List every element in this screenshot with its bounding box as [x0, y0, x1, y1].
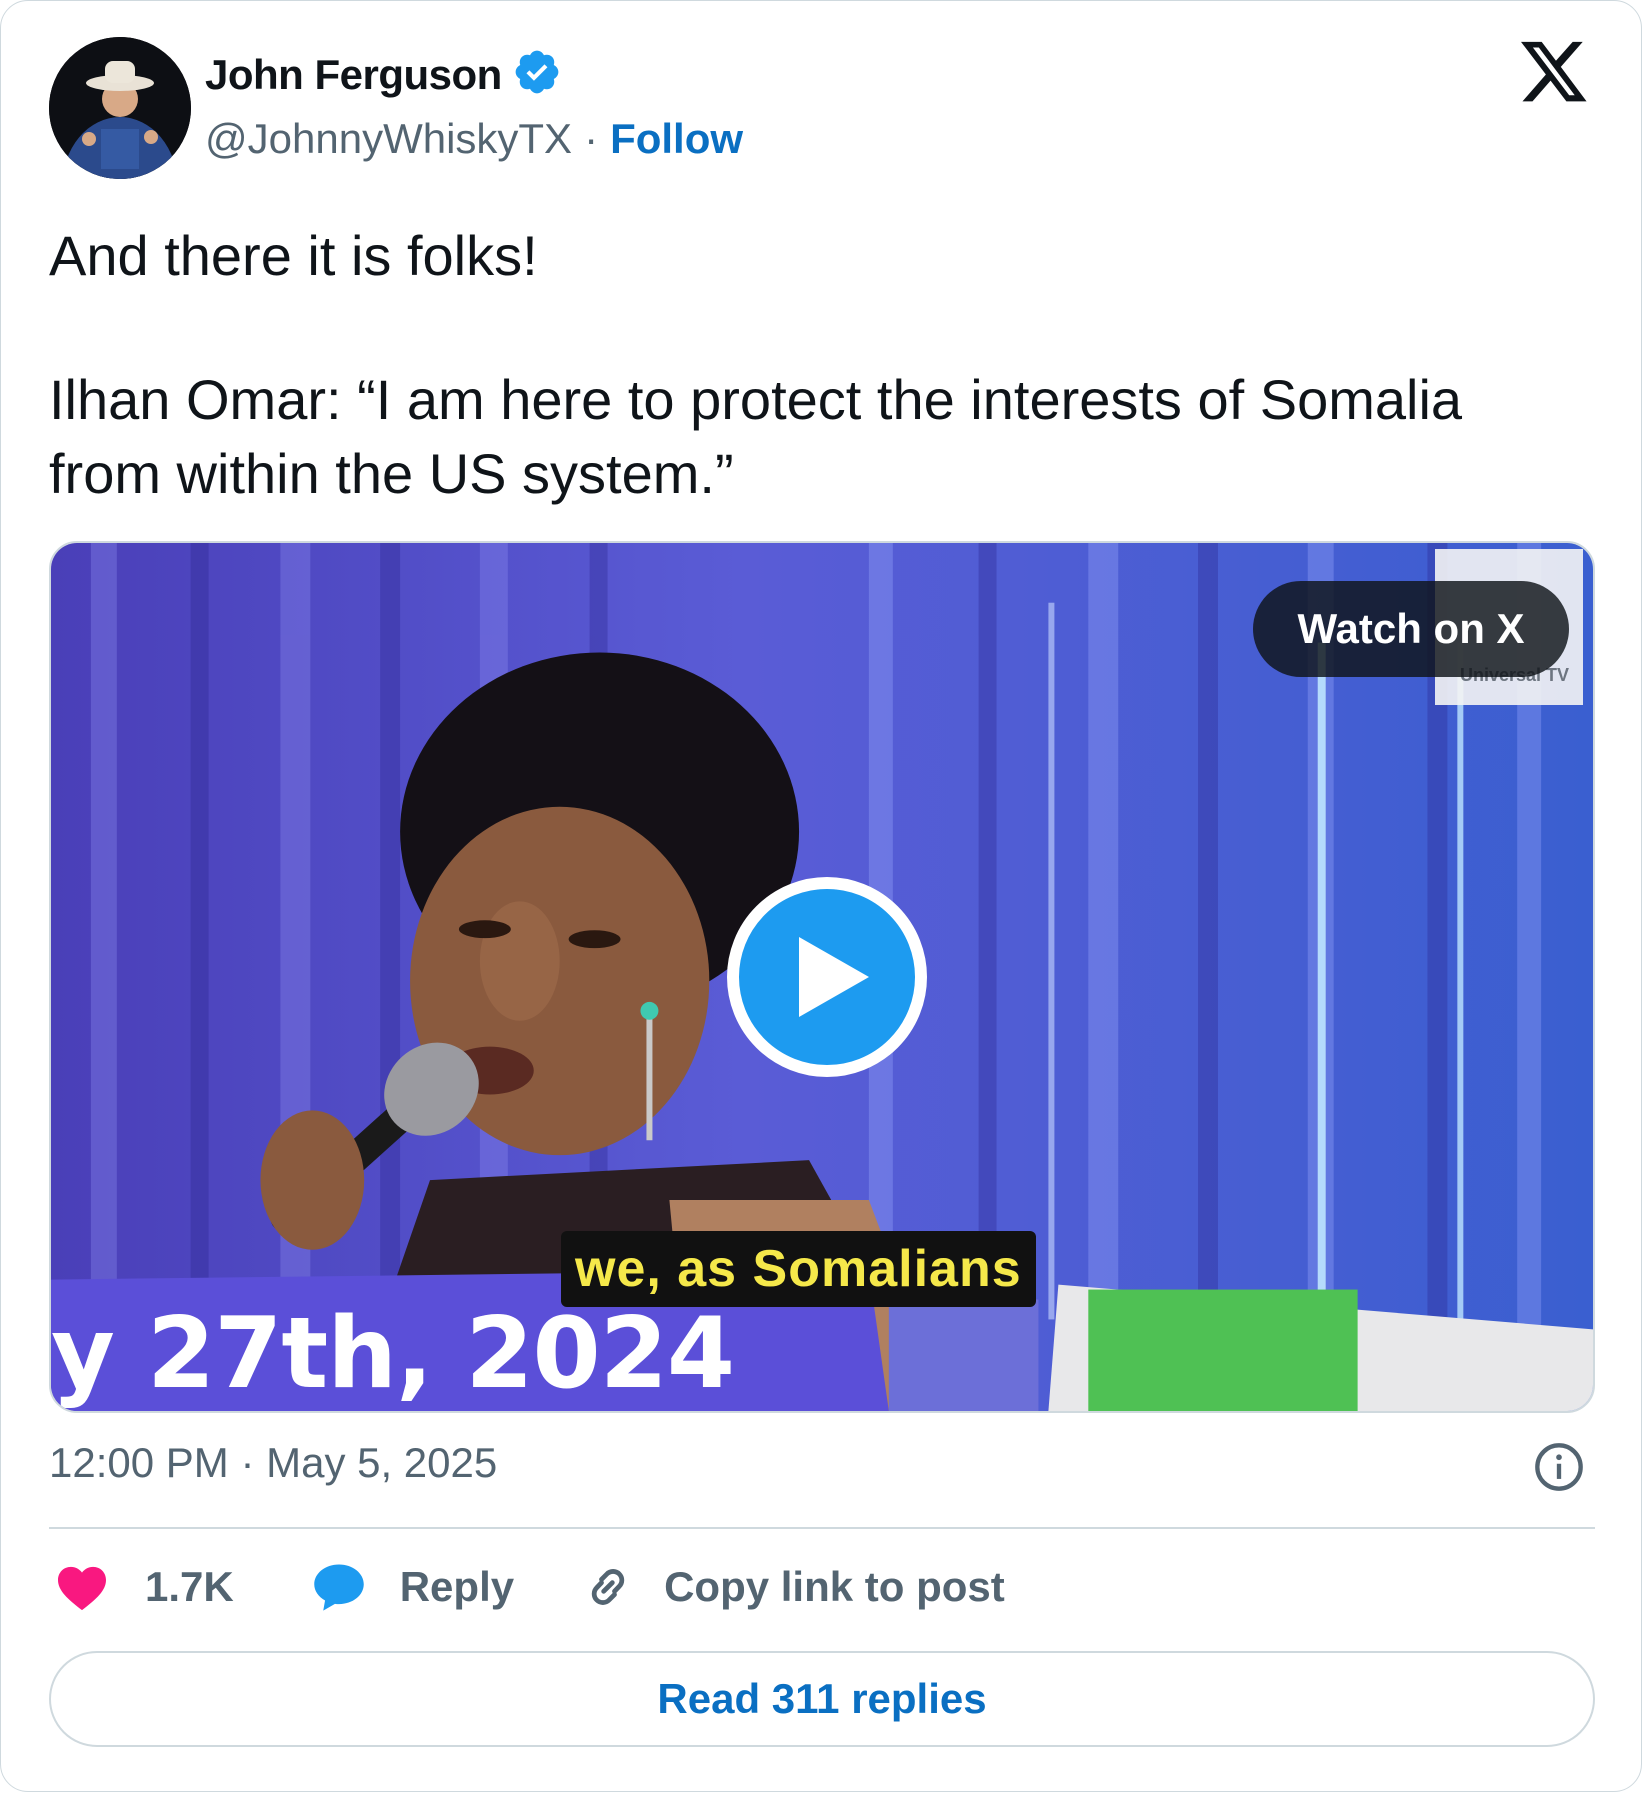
tweet-text: And there it is folks! Ilhan Omar: “I am…	[49, 219, 1589, 511]
info-icon[interactable]	[1533, 1441, 1585, 1493]
reply-bubble-icon	[313, 1564, 364, 1611]
link-icon	[591, 1569, 625, 1605]
post-timestamp[interactable]: 12:00 PM · May 5, 2025	[49, 1439, 497, 1487]
play-icon	[799, 937, 869, 1017]
verified-badge-icon	[512, 47, 562, 102]
separator-dot: ·	[584, 115, 599, 162]
avatar[interactable]	[49, 37, 191, 179]
author-name-row: John Ferguson	[205, 47, 562, 102]
reply-button[interactable]: Reply	[312, 1562, 582, 1612]
copy-link-label: Copy link to post	[664, 1563, 1005, 1610]
watch-on-x-button[interactable]: Watch on X	[1253, 581, 1569, 677]
author-handle-row: @JohnnyWhiskyTX · Follow	[205, 115, 743, 163]
video-thumbnail[interactable]: Universal TV y 27th, 2024 we, as Somalia…	[49, 541, 1595, 1413]
follow-button[interactable]: Follow	[610, 115, 743, 163]
copy-link-button[interactable]: Copy link to post	[582, 1561, 1005, 1613]
video-banner-text: y 27th, 2024	[51, 1297, 735, 1411]
tweet-line-1: And there it is folks!	[49, 224, 538, 287]
divider	[49, 1527, 1595, 1529]
author-handle[interactable]: @JohnnyWhiskyTX	[205, 115, 572, 163]
tweet-card: John Ferguson @JohnnyWhiskyTX · Follow A…	[0, 0, 1642, 1792]
reply-label: Reply	[399, 1563, 515, 1610]
author-name[interactable]: John Ferguson	[205, 51, 502, 99]
heart-icon	[58, 1566, 106, 1611]
read-replies-button[interactable]: Read 311 replies	[49, 1651, 1595, 1747]
like-count: 1.7K	[145, 1563, 234, 1610]
tweet-line-2: Ilhan Omar: “I am here to protect the in…	[49, 368, 1463, 505]
video-caption: we, as Somalians	[561, 1231, 1036, 1307]
x-logo-icon[interactable]	[1521, 41, 1589, 105]
play-button[interactable]	[727, 877, 927, 1077]
action-bar: 1.7K Reply Copy link to post	[55, 1561, 1005, 1613]
like-button[interactable]: 1.7K	[55, 1563, 312, 1611]
